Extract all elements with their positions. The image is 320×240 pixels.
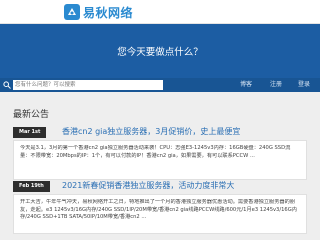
announcements-heading: 最新公告 <box>13 110 50 120</box>
post-excerpt: 开工大吉，牛年牛气冲天，易秋网络开工之日，特地推出了一个月的香港独立服务器优惠活… <box>13 194 307 234</box>
logo-icon <box>64 4 80 20</box>
post-date-badge: Feb 19th <box>13 181 50 192</box>
search-icon[interactable] <box>3 81 11 89</box>
search-input[interactable] <box>13 80 163 90</box>
brand-name: 易秋网络 <box>83 5 134 20</box>
hero-banner: 您今天要做点什么？ <box>0 24 320 78</box>
hero-title: 您今天要做点什么？ <box>117 47 203 58</box>
post-title-link[interactable]: 2021新春促销香港独立服务器，活动力度非常大 <box>62 180 234 191</box>
search-bar <box>0 80 320 91</box>
site-logo[interactable]: 易秋网络 <box>64 4 133 20</box>
post-excerpt-text: 开工大吉，牛年牛气冲天，易秋网络开工之日，特地推出了一个月的香港独立服务器优惠活… <box>20 199 297 220</box>
post-excerpt: 今天是3.1，3月的第一个香港cn2 gia独立服务器活动来袭！CPU：志强E3… <box>13 140 307 180</box>
post-title-link[interactable]: 香港cn2 gia独立服务器，3月促销价，史上最便宜 <box>62 126 240 137</box>
post-excerpt-text: 今天是3.1，3月的第一个香港cn2 gia独立服务器活动来袭！CPU：志强E3… <box>20 145 291 159</box>
post-date-badge: Mar 1st <box>13 127 47 138</box>
site-header: 易秋网络 <box>0 0 320 24</box>
